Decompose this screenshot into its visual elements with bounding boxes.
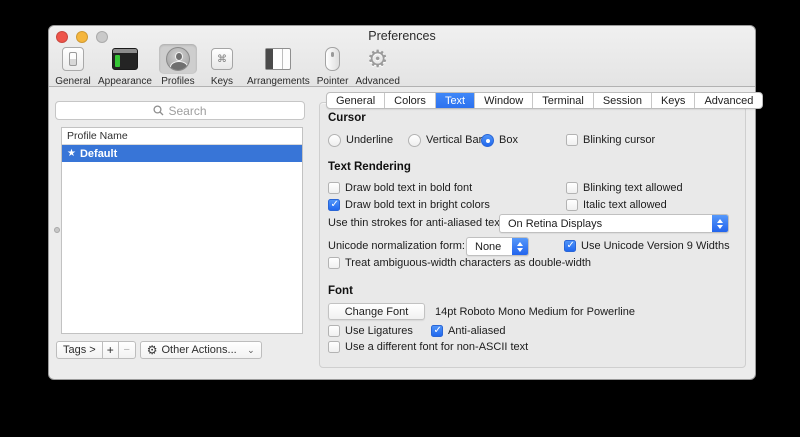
appearance-window-icon — [112, 48, 138, 70]
profile-list: Profile Name ★ Default — [61, 127, 303, 334]
change-font-button[interactable]: Change Font — [328, 303, 425, 320]
checkbox-bright-colors[interactable]: Draw bold text in bright colors — [328, 197, 490, 213]
radio-icon-selected[interactable] — [481, 134, 494, 147]
remove-profile-button: − — [119, 341, 136, 359]
profile-tabs: General Colors Text Window Terminal Sess… — [326, 92, 763, 109]
checkbox-icon-checked[interactable] — [431, 325, 443, 337]
keycap-icon: ⌘ — [211, 48, 233, 70]
tab-terminal[interactable]: Terminal — [532, 93, 593, 108]
radio-vertical-bar[interactable]: Vertical Bar — [408, 132, 482, 148]
titlebar: Preferences — [49, 26, 755, 44]
toolbar-item-appearance[interactable]: Appearance — [98, 44, 152, 87]
toolbar-item-advanced[interactable]: ⚙ Advanced — [355, 44, 399, 87]
checkbox-icon-checked[interactable] — [564, 240, 576, 252]
profile-actions: Tags > + − ⚙ Other Actions... ⌄ — [56, 341, 262, 359]
tab-window[interactable]: Window — [474, 93, 532, 108]
radio-icon[interactable] — [328, 134, 341, 147]
tags-button[interactable]: Tags > — [56, 341, 103, 359]
minimize-button[interactable] — [76, 31, 88, 43]
toolbar-item-profiles[interactable]: Profiles — [159, 44, 197, 87]
checkbox-icon[interactable] — [328, 325, 340, 337]
checkbox-non-ascii-font[interactable]: Use a different font for non-ASCII text — [328, 339, 528, 355]
text-rendering-heading: Text Rendering — [328, 161, 411, 173]
tab-session[interactable]: Session — [593, 93, 651, 108]
profile-name: Default — [80, 148, 117, 160]
profile-row-default[interactable]: ★ Default — [62, 145, 302, 162]
window-header: Preferences General Appearance Profiles … — [49, 26, 755, 87]
font-heading: Font — [328, 285, 353, 297]
search-icon — [153, 105, 164, 116]
unicode-normalization-popup[interactable]: None — [466, 237, 529, 256]
checkbox-blinking-cursor[interactable]: Blinking cursor — [566, 132, 655, 148]
thin-strokes-popup[interactable]: On Retina Displays — [499, 214, 729, 233]
tab-advanced[interactable]: Advanced — [694, 93, 762, 108]
popup-stepper-icon — [712, 215, 728, 232]
checkbox-use-ligatures[interactable]: Use Ligatures — [328, 323, 413, 339]
checkbox-icon-checked[interactable] — [328, 199, 340, 211]
checkbox-blinking-text[interactable]: Blinking text allowed — [566, 180, 683, 196]
current-font-label: 14pt Roboto Mono Medium for Powerline — [435, 304, 635, 320]
checkbox-unicode9-widths[interactable]: Use Unicode Version 9 Widths — [564, 238, 730, 254]
add-profile-button[interactable]: + — [103, 341, 119, 359]
person-icon — [166, 47, 190, 71]
cursor-heading: Cursor — [328, 112, 366, 124]
checkbox-icon[interactable] — [328, 257, 340, 269]
radio-underline[interactable]: Underline — [328, 132, 393, 148]
checkbox-icon[interactable] — [566, 182, 578, 194]
tab-colors[interactable]: Colors — [384, 93, 435, 108]
toolbar-item-keys[interactable]: ⌘ Keys — [204, 44, 240, 87]
window-panes-icon — [265, 48, 291, 70]
gear-icon: ⚙ — [147, 343, 158, 357]
other-actions-dropdown[interactable]: ⚙ Other Actions... ⌄ — [140, 341, 262, 359]
star-icon: ★ — [67, 148, 76, 159]
radio-box[interactable]: Box — [481, 132, 518, 148]
preferences-window: Preferences General Appearance Profiles … — [48, 25, 756, 380]
profile-list-header: Profile Name — [62, 128, 302, 145]
search-placeholder: Search — [168, 104, 206, 118]
chevron-down-icon: ⌄ — [247, 345, 255, 356]
checkbox-italic-text[interactable]: Italic text allowed — [566, 197, 667, 213]
mouse-icon — [325, 47, 340, 71]
other-actions-label: Other Actions... — [161, 344, 236, 356]
radio-icon[interactable] — [408, 134, 421, 147]
checkbox-antialiased[interactable]: Anti-aliased — [431, 323, 505, 339]
switch-icon — [62, 47, 84, 71]
toolbar-item-general[interactable]: General — [55, 44, 91, 87]
search-field[interactable]: Search — [55, 101, 305, 120]
splitter-handle[interactable] — [54, 227, 60, 233]
tab-keys[interactable]: Keys — [651, 93, 694, 108]
window-title: Preferences — [49, 26, 755, 46]
tab-general[interactable]: General — [327, 93, 384, 108]
checkbox-icon[interactable] — [328, 182, 340, 194]
checkbox-ambiguous-width[interactable]: Treat ambiguous-width characters as doub… — [328, 255, 591, 271]
toolbar-item-pointer[interactable]: Pointer — [317, 44, 349, 87]
thin-strokes-label: Use thin strokes for anti-aliased text — [328, 215, 503, 231]
checkbox-icon[interactable] — [328, 341, 340, 353]
tab-text[interactable]: Text — [435, 93, 474, 108]
zoom-button — [96, 31, 108, 43]
unicode-normalization-label: Unicode normalization form: — [328, 238, 465, 254]
checkbox-bold-font[interactable]: Draw bold text in bold font — [328, 180, 472, 196]
popup-stepper-icon — [512, 238, 528, 255]
toolbar: General Appearance Profiles ⌘ Keys Arran… — [55, 44, 400, 87]
checkbox-icon[interactable] — [566, 199, 578, 211]
checkbox-icon[interactable] — [566, 134, 578, 146]
toolbar-item-arrangements[interactable]: Arrangements — [247, 44, 310, 87]
gear-icon: ⚙ — [367, 47, 389, 71]
close-button[interactable] — [56, 31, 68, 43]
